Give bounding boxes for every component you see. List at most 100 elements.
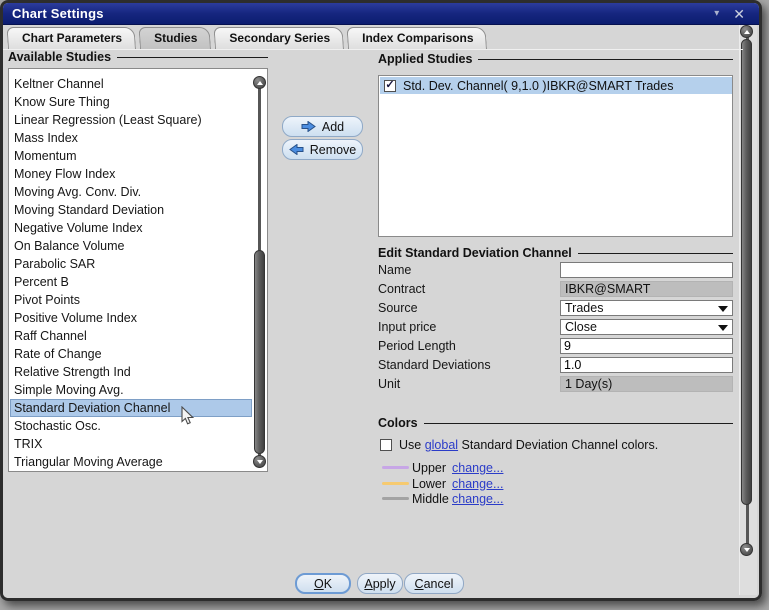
middle-change-link[interactable]: change... [452, 492, 503, 506]
field-row-name: Name [378, 262, 733, 278]
available-studies-title: Available Studies [8, 50, 111, 64]
period-length-input[interactable] [560, 338, 733, 354]
collapse-icon[interactable]: ▾ [714, 8, 719, 19]
color-label: Lower [412, 477, 446, 491]
list-item-negative-volume-index[interactable]: Negative Volume Index [10, 219, 252, 237]
lower-change-link[interactable]: change... [452, 477, 503, 491]
list-item-rate-of-change[interactable]: Rate of Change [10, 345, 252, 363]
list-item-momentum[interactable]: Momentum [10, 147, 252, 165]
middle-color-swatch [382, 497, 409, 500]
applied-studies-title: Applied Studies [378, 52, 472, 66]
add-button[interactable]: Add [282, 116, 363, 137]
list-scroll-down-button[interactable] [253, 455, 266, 468]
close-icon[interactable]: ✕ [733, 7, 745, 21]
list-item-keltner-channel[interactable]: Keltner Channel [10, 75, 252, 93]
lower-color-swatch [382, 482, 409, 485]
list-item-on-balance-volume[interactable]: On Balance Volume [10, 237, 252, 255]
list-item-money-flow-index[interactable]: Money Flow Index [10, 165, 252, 183]
field-row-source: SourceTrades [378, 300, 733, 316]
applied-studies-list[interactable]: ✓ Std. Dev. Channel( 9,1.0 )IBKR@SMART Tr… [378, 75, 733, 237]
title-bar[interactable]: Chart Settings ▾ ✕ [3, 3, 759, 25]
dialog-scroll-down-button[interactable] [740, 543, 753, 556]
field-label: Contract [378, 282, 425, 296]
header-rule [117, 57, 268, 58]
button-label: Cancel [415, 577, 454, 591]
field-label: Unit [378, 377, 400, 391]
applied-study-label: Std. Dev. Channel( 9,1.0 )IBKR@SMART Tra… [403, 79, 673, 93]
dialog-scroll-up-button[interactable] [740, 25, 753, 38]
list-item-triangular-moving-average[interactable]: Triangular Moving Average [10, 453, 252, 471]
dropdown-arrow-icon [718, 306, 728, 312]
use-global-colors-checkbox[interactable] [380, 439, 392, 451]
remove-button[interactable]: Remove [282, 139, 363, 160]
list-item-raff-channel[interactable]: Raff Channel [10, 327, 252, 345]
up-arrow-icon [257, 81, 263, 85]
list-item-pivot-points[interactable]: Pivot Points [10, 291, 252, 309]
add-button-label: Add [322, 120, 344, 134]
available-studies-list[interactable]: Keltner ChannelKnow Sure ThingLinear Reg… [8, 68, 268, 472]
chart-settings-dialog: Chart Settings ▾ ✕ Chart Parameters Studi… [0, 0, 762, 601]
colors-section-header: Colors [378, 416, 733, 430]
cancel-button[interactable]: Cancel [404, 573, 464, 594]
field-label: Period Length [378, 339, 456, 353]
list-scrollbar-thumb[interactable] [254, 250, 265, 454]
list-item-mass-index[interactable]: Mass Index [10, 129, 252, 147]
header-rule [478, 59, 733, 60]
tab-chart-parameters[interactable]: Chart Parameters [8, 27, 136, 49]
color-row-lower: Lower change... [382, 477, 733, 491]
list-item-parabolic-sar[interactable]: Parabolic SAR [10, 255, 252, 273]
field-row-standard-deviations: Standard Deviations [378, 357, 733, 373]
contract-value: IBKR@SMART [560, 281, 733, 297]
field-label: Input price [378, 320, 436, 334]
list-item-percent-b[interactable]: Percent B [10, 273, 252, 291]
applied-study-row[interactable]: ✓ Std. Dev. Channel( 9,1.0 )IBKR@SMART Tr… [380, 77, 733, 94]
list-item-clipped [10, 68, 252, 75]
tab-label: Studies [154, 31, 197, 45]
list-item-standard-deviation-channel[interactable]: Standard Deviation Channel [10, 399, 252, 417]
input-price-dropdown[interactable]: Close [560, 319, 733, 335]
applied-studies-header: Applied Studies [378, 52, 733, 66]
use-global-text-after: Standard Deviation Channel colors. [458, 438, 658, 452]
tab-label: Secondary Series [229, 31, 330, 45]
source-dropdown[interactable]: Trades [560, 300, 733, 316]
list-scroll-up-button[interactable] [253, 76, 266, 89]
list-item-linear-regression-least-square[interactable]: Linear Regression (Least Square) [10, 111, 252, 129]
button-label: Apply [364, 577, 395, 591]
dropdown-value: Trades [565, 301, 603, 315]
list-item-stochastic-osc[interactable]: Stochastic Osc. [10, 417, 252, 435]
apply-button[interactable]: Apply [357, 573, 403, 594]
tab-index-comparisons[interactable]: Index Comparisons [348, 27, 487, 49]
list-item-positive-volume-index[interactable]: Positive Volume Index [10, 309, 252, 327]
down-arrow-icon [257, 460, 263, 464]
applied-study-checkbox[interactable]: ✓ [384, 80, 396, 92]
list-item-moving-avg-conv-div[interactable]: Moving Avg. Conv. Div. [10, 183, 252, 201]
field-row-contract: Contract IBKR@SMART [378, 281, 733, 297]
list-item-relative-strength-ind[interactable]: Relative Strength Ind [10, 363, 252, 381]
color-row-upper: Upper change... [382, 461, 733, 475]
button-label: OK [314, 577, 332, 591]
list-item-simple-moving-avg[interactable]: Simple Moving Avg. [10, 381, 252, 399]
list-item-trix[interactable]: TRIX [10, 435, 252, 453]
tab-label: Chart Parameters [22, 31, 122, 45]
standard-deviations-input[interactable] [560, 357, 733, 373]
field-row-input-price: Input price Close [378, 319, 733, 335]
tab-studies[interactable]: Studies [140, 27, 211, 49]
color-label: Upper [412, 461, 446, 475]
window-title: Chart Settings [3, 6, 104, 21]
use-global-text-before: Use [399, 438, 425, 452]
name-input[interactable] [560, 262, 733, 278]
list-item-know-sure-thing[interactable]: Know Sure Thing [10, 93, 252, 111]
remove-button-label: Remove [310, 143, 357, 157]
edit-section-title: Edit Standard Deviation Channel [378, 246, 572, 260]
field-label: Name [378, 263, 411, 277]
tab-secondary-series[interactable]: Secondary Series [215, 27, 344, 49]
upper-color-swatch [382, 466, 409, 469]
left-arrow-icon [289, 144, 304, 155]
ok-button[interactable]: OK [295, 573, 351, 594]
global-link[interactable]: global [425, 438, 458, 452]
dialog-scrollbar-thumb[interactable] [741, 39, 752, 505]
right-arrow-icon [301, 121, 316, 132]
dropdown-value: Close [565, 320, 597, 334]
upper-change-link[interactable]: change... [452, 461, 503, 475]
list-item-moving-standard-deviation[interactable]: Moving Standard Deviation [10, 201, 252, 219]
